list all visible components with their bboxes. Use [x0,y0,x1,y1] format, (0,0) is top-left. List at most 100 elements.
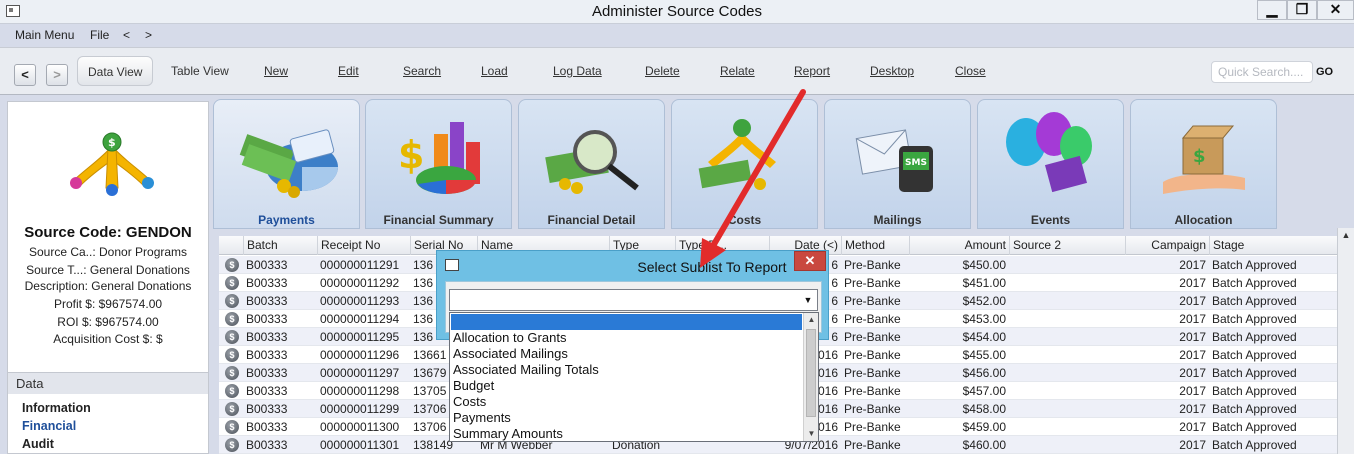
go-button[interactable]: GO [1316,66,1333,78]
relate-button[interactable]: Relate [720,56,755,86]
edit-button[interactable]: Edit [338,56,359,86]
cell-campaign: 2017 [1179,348,1206,362]
back-button[interactable]: < [14,64,36,86]
tab-events[interactable]: Events [977,99,1124,229]
dialog-close-button[interactable]: ✕ [794,251,826,271]
option-allocation-to-grants[interactable]: Allocation to Grants [453,330,566,345]
financial-summary-icon: $ [398,122,480,194]
tab-allocation[interactable]: $ Allocation [1130,99,1277,229]
source-code-icon: $ [70,132,154,196]
cell-amount: $451.00 [962,276,1006,290]
cell-source2 [1009,400,1125,418]
payment-row-icon[interactable]: $ [225,438,239,452]
option-summary-amounts[interactable]: Summary Amounts [453,426,563,441]
desktop-button[interactable]: Desktop [870,56,914,86]
load-button[interactable]: Load [481,56,508,86]
new-button[interactable]: New [264,56,288,86]
option-associated-mailing-totals[interactable]: Associated Mailing Totals [453,362,599,377]
cell-batch: B00333 [246,384,288,398]
dropdown-scrollbar[interactable]: ▲ ▼ [803,313,818,441]
cell-stage: Batch Approved [1212,294,1297,308]
chevron-down-icon[interactable]: ▼ [801,293,815,307]
menu-forward[interactable]: > [145,28,152,42]
cell-receipt: 000000011297 [320,366,400,380]
financial-detail-icon [545,130,639,194]
payment-row-icon[interactable]: $ [225,420,239,434]
menu-main-menu[interactable]: Main Menu [15,28,74,42]
cell-receipt: 000000011300 [320,420,400,434]
nav-audit[interactable]: Audit [22,437,54,451]
cell-batch: B00333 [246,258,288,272]
cell-campaign: 2017 [1179,384,1206,398]
scroll-up-icon[interactable]: ▲ [804,315,819,324]
tab-financial-summary[interactable]: $ Financial Summary [365,99,512,229]
cell-amount: $459.00 [962,420,1006,434]
payment-row-icon[interactable]: $ [225,402,239,416]
cell-source2 [1009,292,1125,310]
col-amount[interactable]: Amount [909,236,1009,255]
minimize-button[interactable]: ▁ [1257,0,1287,20]
payment-row-icon[interactable]: $ [225,312,239,326]
payment-row-icon[interactable]: $ [225,258,239,272]
option-budget[interactable]: Budget [453,378,494,393]
cell-batch: B00333 [246,312,288,326]
allocation-icon: $ [1163,125,1245,194]
dropdown-selected-item[interactable] [451,314,802,330]
col-batch[interactable]: Batch [243,236,317,255]
cell-stage: Batch Approved [1212,348,1297,362]
option-associated-mailings[interactable]: Associated Mailings [453,346,568,361]
payment-row-icon[interactable]: $ [225,276,239,290]
tab-mailings-label: Mailings [873,213,922,227]
nav-financial[interactable]: Financial [22,419,76,433]
payment-row-icon[interactable]: $ [225,384,239,398]
col-source-2[interactable]: Source 2 [1009,236,1125,255]
table-view-button[interactable]: Table View [171,56,229,86]
option-payments[interactable]: Payments [453,410,511,425]
report-button[interactable]: Report [794,56,830,86]
col-stage[interactable]: Stage [1209,236,1337,255]
cell-receipt: 000000011298 [320,384,400,398]
cell-stage: Batch Approved [1212,438,1297,452]
svg-text:$: $ [1193,146,1206,167]
nav-information[interactable]: Information [22,401,91,415]
delete-button[interactable]: Delete [645,56,680,86]
payment-row-icon[interactable]: $ [225,366,239,380]
source-summary-panel: $ Source Code: GENDON Source Ca..: Donor… [7,101,209,454]
payments-icon [239,129,338,198]
scroll-thumb[interactable] [806,329,816,417]
quick-search-input[interactable]: Quick Search.... [1211,61,1313,83]
payment-row-icon[interactable]: $ [225,348,239,362]
tab-financial-detail[interactable]: Financial Detail [518,99,665,229]
search-button[interactable]: Search [403,56,441,86]
payment-row-icon[interactable]: $ [225,330,239,344]
source-category: Source Ca..: Donor Programs [28,245,188,259]
tab-costs[interactable]: Costs [671,99,818,229]
menu-back[interactable]: < [123,28,130,42]
cell-amount: $453.00 [962,312,1006,326]
forward-button[interactable]: > [46,64,68,86]
payment-row-icon[interactable]: $ [225,294,239,308]
cell-campaign: 2017 [1179,330,1206,344]
menu-file[interactable]: File [90,28,109,42]
restore-button[interactable]: ❐ [1287,0,1317,20]
mailings-icon: SMS [855,129,933,192]
tab-allocation-label: Allocation [1174,213,1233,227]
grid-vertical-scrollbar[interactable]: ▲ [1337,228,1354,454]
col-method[interactable]: Method [841,236,909,255]
cell-campaign: 2017 [1179,366,1206,380]
data-view-button[interactable]: Data View [77,56,154,86]
cell-method: Pre-Banke [844,384,901,398]
col-receipt-no[interactable]: Receipt No [317,236,410,255]
option-costs[interactable]: Costs [453,394,486,409]
close-button[interactable]: Close [955,56,986,86]
tab-payments[interactable]: Payments [213,99,360,229]
scroll-up-icon[interactable]: ▲ [1340,230,1352,244]
source-type: Source T...: General Donations [26,263,190,277]
log-data-button[interactable]: Log Data [553,56,602,86]
col-campaign[interactable]: Campaign [1125,236,1209,255]
cell-amount: $458.00 [962,402,1006,416]
sublist-combobox[interactable]: ▼ [449,289,818,311]
tab-mailings[interactable]: SMS Mailings [824,99,971,229]
scroll-down-icon[interactable]: ▼ [804,429,819,438]
close-window-button[interactable]: ✕ [1317,0,1354,20]
